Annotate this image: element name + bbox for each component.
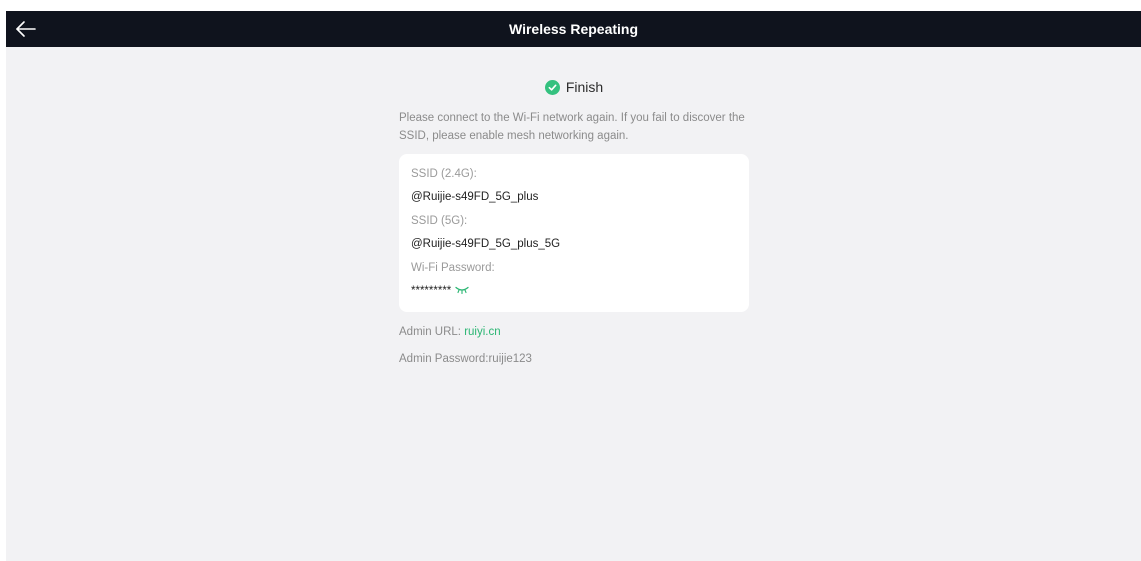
status-row: Finish xyxy=(399,77,749,97)
admin-password-text: Admin Password:ruijie123 xyxy=(399,353,532,365)
admin-url-label: Admin URL: xyxy=(399,326,465,338)
wifi-password-label: Wi-Fi Password: xyxy=(411,262,495,274)
admin-url-link[interactable]: ruiyi.cn xyxy=(464,326,500,338)
app-frame: Wireless Repeating Finish Please connect… xyxy=(6,11,1141,561)
wifi-info-card: SSID (2.4G): @Ruijie-s49FD_5G_plus SSID … xyxy=(399,154,749,312)
top-bar: Wireless Repeating xyxy=(6,11,1141,47)
ssid-5g-value: @Ruijie-s49FD_5G_plus_5G xyxy=(411,238,561,250)
check-circle-icon xyxy=(544,79,560,95)
page-title: Wireless Repeating xyxy=(508,21,639,37)
wifi-password-row: ********* xyxy=(411,283,469,299)
instruction-text: Please connect to the Wi-Fi network agai… xyxy=(399,112,745,142)
admin-url-row: Admin URL: ruiyi.cn xyxy=(399,324,501,340)
status-label: Finish xyxy=(565,79,604,95)
ssid-24g-value: @Ruijie-s49FD_5G_plus xyxy=(411,191,539,203)
eye-closed-icon[interactable] xyxy=(455,283,469,299)
ssid-5g-label: SSID (5G): xyxy=(411,215,468,227)
ssid-24g-label: SSID (2.4G): xyxy=(411,168,477,180)
wifi-password-value: ********* xyxy=(411,285,452,298)
